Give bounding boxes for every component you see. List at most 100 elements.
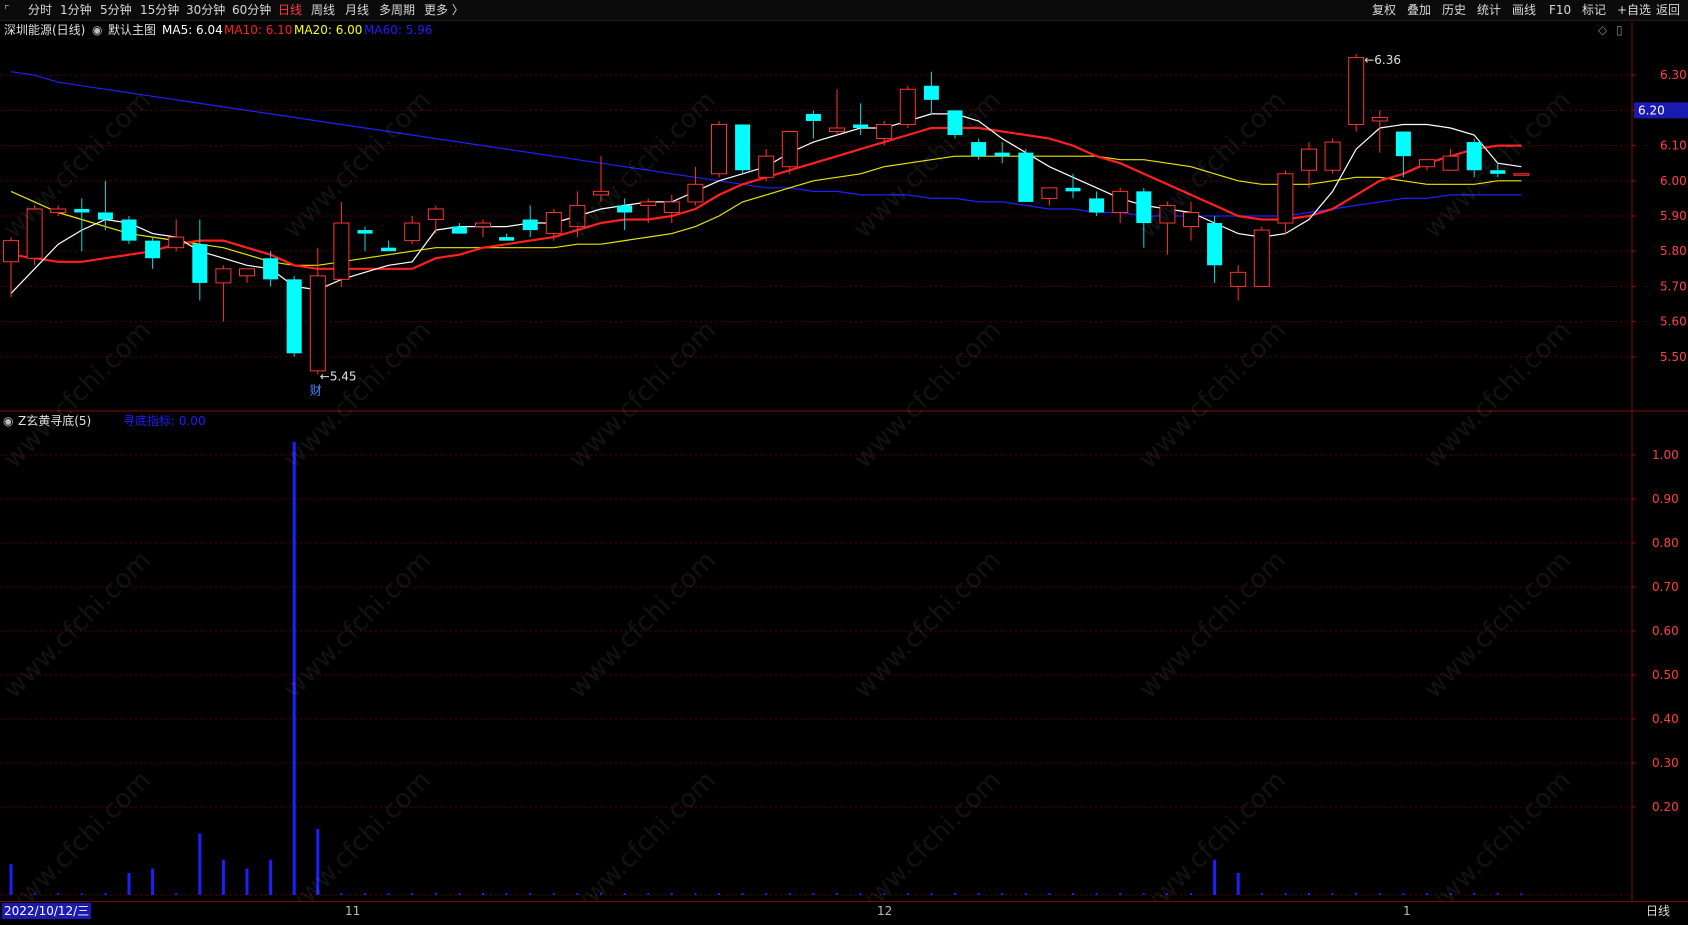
indicator-bar <box>221 859 225 895</box>
candle-body-up <box>1419 159 1435 168</box>
indicator-dot <box>1449 893 1452 895</box>
price-tick-label: 5.50 <box>1660 350 1687 364</box>
candle-body-up <box>26 208 43 259</box>
candle-body-down <box>286 279 302 354</box>
cursor-date-label: 2022/10/12/三 <box>2 903 92 919</box>
candle-body-down <box>522 219 538 231</box>
indicator-dot <box>1095 893 1098 895</box>
candle-body-down <box>1490 170 1506 174</box>
indicator-dot <box>1378 893 1381 895</box>
indicator-tick-label: 1.00 <box>1652 448 1679 462</box>
indicator-dot <box>670 893 673 895</box>
candle-body-up <box>1253 229 1270 287</box>
candle-body-up <box>899 88 916 125</box>
candle-body-up <box>711 123 727 175</box>
candle-body-down <box>1466 142 1482 171</box>
candle-body-down <box>74 208 90 213</box>
indicator-dot <box>33 893 36 895</box>
indicator-dot <box>883 893 886 895</box>
period-indicator-label: 日线 <box>1646 904 1671 918</box>
indicator-dot <box>1024 893 1027 895</box>
candle-body-up <box>829 127 845 133</box>
panel-toggle-icon[interactable]: ▯ <box>1616 22 1623 38</box>
indicator-tick-label: 0.60 <box>1652 624 1679 638</box>
indicator-dot <box>1048 893 1051 895</box>
indicator-dot <box>1426 893 1428 895</box>
candle-body-down <box>192 244 208 283</box>
indicator-dot <box>977 893 980 895</box>
event-marker-cai: 财 <box>310 383 322 397</box>
indicator-bar <box>127 873 131 895</box>
candle-body-up <box>1277 173 1294 224</box>
candle-body-down <box>853 124 869 128</box>
high-price-marker: ←6.36 <box>1364 53 1401 67</box>
indicator-toggle-icon[interactable]: ◉ <box>3 413 13 429</box>
indicator-dot <box>1308 893 1310 895</box>
indicator-tick-label: 0.80 <box>1652 536 1679 550</box>
month-label-nov: 11 <box>345 904 361 918</box>
candle-body-down <box>1089 198 1105 213</box>
price-tick-label: 5.90 <box>1660 209 1687 223</box>
candle-body-down <box>971 142 987 157</box>
candle-body-up <box>404 222 421 242</box>
indicator-dot <box>505 893 508 895</box>
indicator-dot <box>576 893 579 895</box>
indicator-dot <box>906 893 909 895</box>
indicator-dot <box>552 893 555 895</box>
indicator-dot <box>1072 893 1074 895</box>
indicator-dot <box>175 893 178 895</box>
indicator-dot <box>411 893 414 895</box>
candle-body-down <box>1065 187 1081 192</box>
indicator-tick-label: 0.90 <box>1652 492 1679 506</box>
indicator-dot <box>954 893 956 895</box>
ma10-label: MA10: 6.10 <box>224 23 293 37</box>
candle-body-up <box>475 222 491 228</box>
indicator-dot <box>1284 893 1287 895</box>
indicator-title: Z玄黄寻底(5) <box>18 414 92 428</box>
indicator-bar <box>269 859 273 895</box>
chart-canvas[interactable]: 6.30 6.20 6.10 6.00 5.90 5.80 5.70 5.60 5.50 1.00… <box>0 0 1688 901</box>
indicator-tick-label: 0.50 <box>1652 668 1679 682</box>
indicator-dot <box>930 893 933 895</box>
candle-body-up <box>50 208 67 213</box>
candle-body-up <box>333 222 350 280</box>
candle-body-up <box>215 268 232 284</box>
indicator-dot <box>694 893 697 895</box>
indicator-dot <box>1355 893 1358 895</box>
stock-name: 深圳能源(日线) <box>4 23 86 37</box>
ma5-line <box>10 113 1522 294</box>
indicator-dot <box>1473 893 1476 895</box>
candle-body-down <box>357 230 373 234</box>
candle-body-up <box>593 190 609 196</box>
candle-body-up <box>1159 204 1176 224</box>
candle-body-down <box>735 124 751 171</box>
indicator-bar <box>1213 859 1217 895</box>
price-tick-label: 5.60 <box>1660 315 1687 329</box>
indicator-dot <box>1402 893 1405 895</box>
indicator-bar <box>292 441 296 895</box>
template-toggle-icon[interactable]: ◉ <box>92 22 102 38</box>
indicator-dot <box>623 893 626 895</box>
diamond-icon[interactable]: ◇ <box>1598 22 1607 38</box>
indicator-dot <box>1331 893 1334 895</box>
candle-body-up <box>1371 116 1388 122</box>
candle-body-down <box>1395 131 1411 157</box>
indicator-dot <box>788 893 791 895</box>
indicator-dot <box>482 893 484 895</box>
indicator-dot <box>765 893 768 895</box>
candle-body-up <box>781 131 798 168</box>
template-name[interactable]: 默认主图 <box>108 22 156 38</box>
month-label-jan: 1 <box>1403 904 1411 918</box>
candle-body-up <box>545 211 562 235</box>
candle-body-up <box>168 236 185 249</box>
indicator-dot <box>1166 893 1169 895</box>
candle-body-up <box>427 208 444 221</box>
candle-body-down <box>121 219 137 241</box>
candle-body-down <box>994 152 1010 157</box>
indicator-dot <box>836 893 838 895</box>
candle-body-up <box>876 123 893 140</box>
ma20-label: MA20: 6.00 <box>294 23 363 37</box>
indicator-tick-label: 0.20 <box>1652 800 1679 814</box>
indicator-dot <box>434 893 437 895</box>
candle-body-down <box>145 240 161 259</box>
